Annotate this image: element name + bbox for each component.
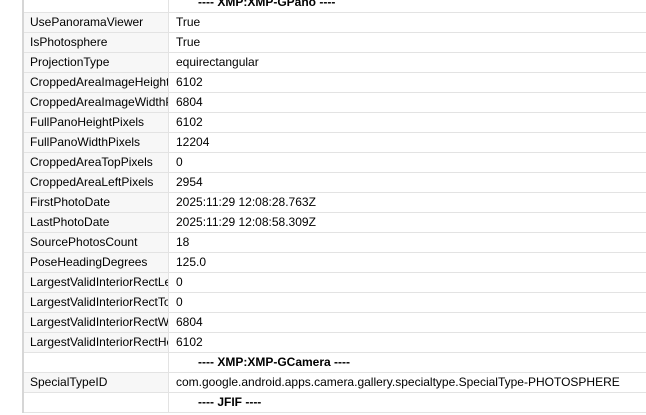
table-row[interactable]: CroppedAreaLeftPixels 2954 <box>24 173 646 193</box>
metadata-viewer: ---- XMP:XMP-GPano ---- UsePanoramaViewe… <box>0 0 646 415</box>
table-row[interactable]: LargestValidInteriorRectWi 6804 <box>24 313 646 333</box>
section-header-gpano: ---- XMP:XMP-GPano ---- <box>24 0 646 13</box>
tag-name: CroppedAreaLeftPixels <box>24 173 169 192</box>
table-row[interactable]: ProjectionType equirectangular <box>24 53 646 73</box>
tag-value: 6102 <box>176 75 203 89</box>
left-gutter <box>0 0 22 415</box>
tag-value: 6804 <box>176 95 203 109</box>
table-row[interactable]: PoseHeadingDegrees 125.0 <box>24 253 646 273</box>
table-row[interactable]: FullPanoHeightPixels 6102 <box>24 113 646 133</box>
tag-name: LargestValidInteriorRectLef <box>24 273 169 292</box>
tag-name: FullPanoWidthPixels <box>24 133 169 152</box>
section-title: ---- XMP:XMP-GCamera ---- <box>198 355 350 369</box>
tag-name: FullPanoHeightPixels <box>24 113 169 132</box>
tag-name: ProjectionType <box>24 53 169 72</box>
section-name-cell <box>24 393 169 412</box>
table-row[interactable]: LargestValidInteriorRectLef 0 <box>24 273 646 293</box>
table-row[interactable]: CroppedAreaImageWidthP 6804 <box>24 93 646 113</box>
table-row[interactable]: SpecialTypeID com.google.android.apps.ca… <box>24 373 646 393</box>
tag-value: 2025:11:29 12:08:28.763Z <box>176 195 316 209</box>
section-name-cell <box>24 353 169 372</box>
section-name-cell <box>24 0 169 12</box>
tag-value: 2025:11:29 12:08:58.309Z <box>176 215 316 229</box>
tag-name: PoseHeadingDegrees <box>24 253 169 272</box>
tag-value: 0 <box>176 295 183 309</box>
tag-value: 6804 <box>176 315 203 329</box>
tag-name: SourcePhotosCount <box>24 233 169 252</box>
tag-value: 6102 <box>176 115 203 129</box>
table-row[interactable]: CroppedAreaImageHeight 6102 <box>24 73 646 93</box>
tag-name: FirstPhotoDate <box>24 193 169 212</box>
table-row[interactable]: LargestValidInteriorRectTo 0 <box>24 293 646 313</box>
table-row[interactable]: LastPhotoDate 2025:11:29 12:08:58.309Z <box>24 213 646 233</box>
table-row[interactable]: SourcePhotosCount 18 <box>24 233 646 253</box>
tag-value: equirectangular <box>176 55 259 69</box>
section-title: ---- JFIF ---- <box>198 395 262 409</box>
tag-value: 125.0 <box>176 255 207 269</box>
section-header-jfif: ---- JFIF ---- <box>24 393 646 413</box>
tag-name: CroppedAreaImageWidthP <box>24 93 169 112</box>
tag-value: 2954 <box>176 175 203 189</box>
tag-name: UsePanoramaViewer <box>24 13 169 32</box>
tag-name: SpecialTypeID <box>24 373 169 392</box>
tag-value: True <box>176 15 201 29</box>
table-row[interactable]: CroppedAreaTopPixels 0 <box>24 153 646 173</box>
section-title: ---- XMP:XMP-GPano ---- <box>198 0 336 9</box>
tag-name: CroppedAreaImageHeight <box>24 73 169 92</box>
table-row[interactable]: FirstPhotoDate 2025:11:29 12:08:28.763Z <box>24 193 646 213</box>
table-row[interactable]: IsPhotosphere True <box>24 33 646 53</box>
tag-name: LastPhotoDate <box>24 213 169 232</box>
table-row[interactable]: UsePanoramaViewer True <box>24 13 646 33</box>
tag-value: True <box>176 35 201 49</box>
tag-value: 18 <box>176 235 190 249</box>
table-row[interactable]: FullPanoWidthPixels 12204 <box>24 133 646 153</box>
tag-value: 0 <box>176 275 183 289</box>
section-header-gcamera: ---- XMP:XMP-GCamera ---- <box>24 353 646 373</box>
tag-name: CroppedAreaTopPixels <box>24 153 169 172</box>
tag-value: com.google.android.apps.camera.gallery.s… <box>176 375 620 389</box>
table-row[interactable]: LargestValidInteriorRectHe 6102 <box>24 333 646 353</box>
tag-value: 0 <box>176 155 183 169</box>
metadata-table: ---- XMP:XMP-GPano ---- UsePanoramaViewe… <box>22 0 646 413</box>
tag-value: 6102 <box>176 335 203 349</box>
tag-name: IsPhotosphere <box>24 33 169 52</box>
tag-name: LargestValidInteriorRectTo <box>24 293 169 312</box>
tag-name: LargestValidInteriorRectHe <box>24 333 169 352</box>
tag-value: 12204 <box>176 135 210 149</box>
tag-name: LargestValidInteriorRectWi <box>24 313 169 332</box>
